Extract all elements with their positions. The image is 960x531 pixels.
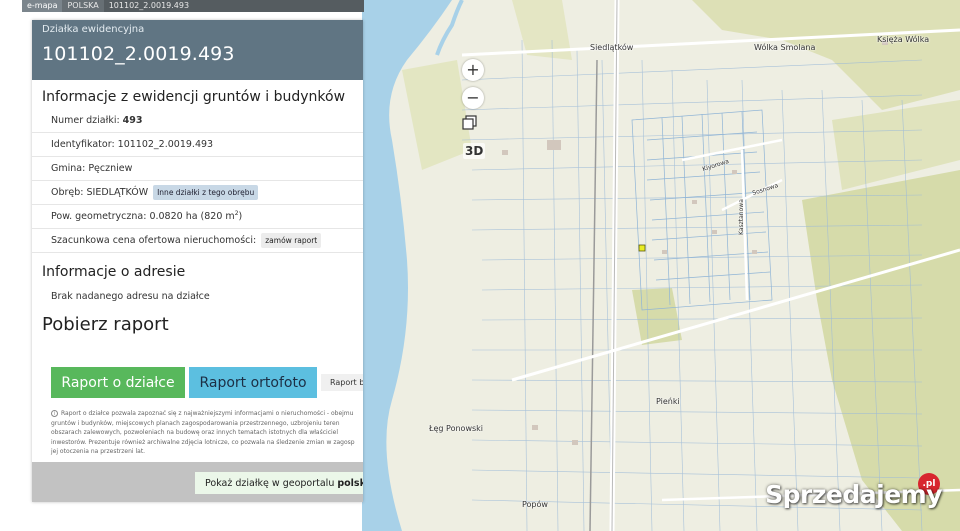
report-description: i Raport o działce pozwala zapoznać się z…	[51, 410, 355, 456]
row-value: SIEDLĄTKÓW	[86, 187, 149, 198]
street-label: Kasztanowa	[738, 199, 745, 235]
show-in-geoportal-button[interactable]: Pokaż działkę w geoportalu polska	[195, 472, 363, 494]
breadcrumb-item[interactable]: POLSKA	[62, 0, 104, 12]
other-report-button[interactable]: Raport be	[321, 374, 363, 391]
order-report-button[interactable]: zamów raport	[261, 233, 322, 248]
row-label: Gmina:	[51, 163, 86, 174]
section-heading-egib: Informacje z ewidencji gruntów i budynkó…	[42, 89, 346, 105]
place-label-pienki: Pieńki	[656, 397, 680, 406]
address-text: Brak nadanego adresu na działce	[51, 290, 210, 302]
row-powierzchnia: Pow. geometryczna: 0.0820 ha (820 m2)	[32, 205, 363, 229]
section-heading-adres: Informacje o adresie	[42, 264, 186, 280]
row-label: Identyfikator:	[51, 139, 115, 150]
orthophoto-report-button[interactable]: Raport ortofoto	[189, 367, 317, 398]
row-label: Numer działki:	[51, 115, 120, 126]
row-numer-dzialki: Numer działki: 493	[32, 109, 363, 133]
section-heading-raport: Pobierz raport	[42, 314, 169, 335]
road	[681, 138, 783, 162]
breadcrumb-item[interactable]: e-mapa	[22, 0, 63, 12]
other-parcels-button[interactable]: Inne działki z tego obrębu	[153, 185, 259, 200]
zoom-out-button[interactable]: −	[462, 87, 484, 109]
plus-icon: +	[466, 60, 480, 79]
row-label: Obręb:	[51, 187, 84, 198]
row-identyfikator: Identyfikator: 101102_2.0019.493	[32, 133, 363, 157]
info-table: Numer działki: 493 Identyfikator: 101102…	[32, 109, 363, 253]
panel-header: Działka ewidencyjna 101102_2.0019.493	[32, 20, 363, 80]
parcel-report-button[interactable]: Raport o działce	[51, 367, 185, 398]
info-icon: i	[51, 410, 58, 417]
row-value: Pęczniew	[88, 163, 133, 174]
place-label-ksieza-wolka: Księża Wólka	[877, 35, 930, 44]
parcel-info-panel: Działka ewidencyjna 101102_2.0019.493 In…	[32, 20, 363, 502]
minus-icon: −	[466, 88, 480, 107]
place-label-popow: Popów	[522, 500, 548, 509]
row-value: 493	[122, 115, 143, 126]
row-gmina: Gmina: Pęczniew	[32, 157, 363, 181]
row-label: Szacunkowa cena ofertowa nieruchomości:	[51, 235, 257, 246]
row-label: Pow. geometryczna:	[51, 211, 147, 222]
row-szacunkowa-cena: Szacunkowa cena ofertowa nieruchomości: …	[32, 229, 363, 253]
panel-subtitle: Działka ewidencyjna	[42, 24, 145, 35]
row-value: 101102_2.0019.493	[117, 139, 214, 150]
3d-toggle-button[interactable]: 3D	[463, 143, 486, 159]
forest-area	[692, 0, 960, 110]
row-value: 0.0820 ha (820 m2)	[149, 210, 243, 223]
row-obreb: Obręb: SIEDLĄTKÓW Inne działki z tego ob…	[32, 181, 363, 205]
rail	[589, 59, 598, 531]
place-label-wolka-smolana: Wólka Smolana	[754, 43, 816, 52]
watermark-text: Sprzedajemy	[765, 480, 942, 509]
layers-button[interactable]	[462, 115, 484, 137]
place-label-leg-ponowski: Łęg Ponowski	[429, 424, 484, 433]
breadcrumb-item: 101102_2.0019.493	[108, 1, 190, 10]
panel-footer: Pokaż działkę w geoportalu polska	[32, 462, 363, 502]
place-label-siedlatkow: Siedlątków	[590, 43, 634, 52]
selected-parcel	[638, 244, 646, 252]
map-view[interactable]: + − 3D Siedlątków Wólka Smolana Księża W…	[362, 0, 960, 531]
layers-icon	[462, 115, 477, 130]
page-title: 101102_2.0019.493	[42, 43, 235, 65]
zoom-in-button[interactable]: +	[462, 59, 484, 81]
map-canvas[interactable]	[362, 0, 960, 531]
breadcrumb: e-mapa POLSKA 101102_2.0019.493	[22, 0, 364, 12]
